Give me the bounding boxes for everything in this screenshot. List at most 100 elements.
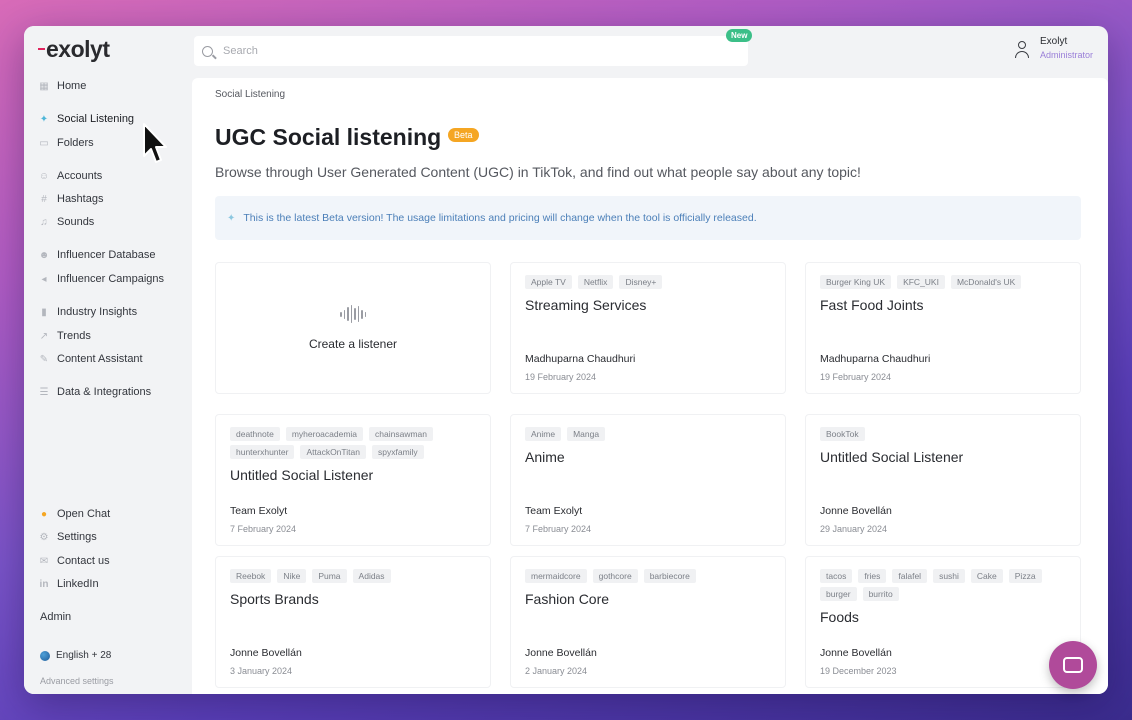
sidebar-item-settings[interactable]: ⚙ Settings [38, 528, 97, 546]
megaphone-icon: ◂ [41, 273, 47, 285]
admin-label[interactable]: Admin [40, 611, 71, 623]
user-menu[interactable]: Exolyt Administrator [1014, 36, 1093, 60]
sidebar-item-contact-us[interactable]: ✉ Contact us [38, 552, 110, 570]
card-title: Fashion Core [525, 591, 610, 607]
sidebar-item-open-chat[interactable]: ● Open Chat [38, 505, 110, 523]
card-date: 19 December 2023 [820, 666, 897, 676]
tag-list: mermaidcore gothcore barbiecore [525, 569, 775, 583]
card-title: Streaming Services [525, 297, 647, 313]
mouse-cursor-icon [143, 123, 167, 163]
sidebar-item-sounds[interactable]: ♫ Sounds [38, 213, 94, 231]
hashtag-icon: # [41, 193, 47, 205]
sidebar-item-folders[interactable]: ▭ Folders [38, 134, 93, 152]
user-name: Exolyt [1040, 36, 1068, 47]
create-listener-card[interactable]: Create a listener [215, 262, 491, 394]
app-window: exolyt ▦ Home ✦ Social Listening ▭ Folders … [24, 26, 1108, 694]
card-author: Jonne Bovellán [230, 647, 302, 659]
sidebar-item-industry-insights[interactable]: ▮ Industry Insights [38, 303, 137, 321]
listener-card[interactable]: Reebok Nike Puma Adidas Sports Brands Jo… [215, 556, 491, 688]
tag: mermaidcore [525, 569, 587, 583]
tag-list: Burger King UK KFC_UKI McDonald's UK [820, 275, 1070, 289]
listener-card[interactable]: Apple TV Netflix Disney+ Streaming Servi… [510, 262, 786, 394]
search-bar[interactable] [194, 36, 748, 66]
tag: barbiecore [643, 569, 696, 583]
listener-card[interactable]: deathnote myheroacademia chainsawman hun… [215, 414, 491, 546]
chat-launcher-button[interactable] [1049, 641, 1097, 689]
grid-icon: ▦ [39, 80, 49, 92]
tag-list: deathnote myheroacademia chainsawman hun… [230, 427, 480, 459]
sidebar-item-linkedin[interactable]: in LinkedIn [38, 575, 99, 593]
tag: burrito [862, 587, 899, 601]
listener-card[interactable]: BookTok Untitled Social Listener Jonne B… [805, 414, 1081, 546]
tag: Nike [277, 569, 307, 583]
sidebar-item-influencer-campaigns[interactable]: ◂ Influencer Campaigns [38, 270, 164, 288]
tag: Manga [567, 427, 606, 441]
tag: deathnote [230, 427, 280, 441]
new-badge: New [726, 29, 753, 42]
sidebar-item-influencer-database[interactable]: ☻ Influencer Database [38, 246, 156, 264]
advanced-settings-link[interactable]: Advanced settings [40, 676, 114, 686]
main-panel: Social Listening UGC Social listening Be… [192, 78, 1108, 694]
tag: Cake [970, 569, 1003, 583]
search-input[interactable] [223, 45, 703, 57]
page-subtitle: Browse through User Generated Content (U… [215, 164, 861, 180]
card-title: Untitled Social Listener [820, 449, 964, 465]
breadcrumb[interactable]: Social Listening [215, 89, 285, 100]
tag: chainsawman [369, 427, 434, 441]
language-selector[interactable]: English + 28 [40, 650, 111, 661]
card-author: Team Exolyt [230, 505, 288, 517]
tag-list: BookTok [820, 427, 1070, 441]
bar-chart-icon: ▮ [41, 306, 47, 318]
listener-card[interactable]: Burger King UK KFC_UKI McDonald's UK Fas… [805, 262, 1081, 394]
tag: Anime [525, 427, 562, 441]
tag: BookTok [820, 427, 865, 441]
globe-icon [40, 650, 50, 661]
tag: myheroacademia [285, 427, 364, 441]
tag: Disney+ [619, 275, 663, 289]
chat-icon [1063, 657, 1083, 673]
sidebar-item-home[interactable]: ▦ Home [38, 77, 86, 95]
folder-icon: ▭ [39, 137, 49, 149]
sidebar-item-content-assistant[interactable]: ✎ Content Assistant [38, 350, 143, 368]
sidebar-item-social-listening[interactable]: ✦ Social Listening [38, 110, 134, 128]
card-title: Foods [820, 609, 859, 625]
wand-icon: ✎ [39, 353, 49, 365]
tag: Netflix [577, 275, 614, 289]
gear-icon: ⚙ [39, 531, 49, 543]
listener-card[interactable]: Anime Manga Anime Team Exolyt 7 February… [510, 414, 786, 546]
logo[interactable]: exolyt [38, 36, 110, 63]
tag-list: tacos fries falafel sushi Cake Pizza bur… [820, 569, 1070, 601]
tag: burger [820, 587, 857, 601]
tag: hunterxhunter [230, 445, 295, 459]
user-role: Administrator [1040, 50, 1094, 60]
listener-card[interactable]: tacos fries falafel sushi Cake Pizza bur… [805, 556, 1081, 688]
search-icon [202, 45, 213, 57]
listener-card[interactable]: mermaidcore gothcore barbiecore Fashion … [510, 556, 786, 688]
sidebar-item-trends[interactable]: ↗ Trends [38, 327, 91, 345]
chat-icon: ✉ [39, 555, 49, 567]
tag: KFC_UKI [897, 275, 945, 289]
database-icon: ☰ [39, 386, 49, 398]
card-author: Jonne Bovellán [820, 647, 892, 659]
sidebar-item-hashtags[interactable]: # Hashtags [38, 190, 103, 208]
card-title: Anime [525, 449, 565, 465]
sidebar-item-data-integrations[interactable]: ☰ Data & Integrations [38, 383, 152, 401]
tag: Reebok [230, 569, 272, 583]
card-title: Fast Food Joints [820, 297, 924, 313]
card-author: Madhuparna Chaudhuri [820, 353, 931, 365]
tag: McDonald's UK [950, 275, 1022, 289]
tag: Adidas [352, 569, 391, 583]
card-date: 19 February 2024 [525, 372, 597, 382]
sparkle-icon: ✦ [39, 113, 49, 125]
tag: Puma [312, 569, 347, 583]
tag: gothcore [592, 569, 638, 583]
tag: Apple TV [525, 275, 572, 289]
sparkle-icon: ✦ [227, 212, 236, 224]
sidebar-item-accounts[interactable]: ☺ Accounts [38, 167, 102, 185]
beta-badge: Beta [448, 128, 479, 142]
tag: falafel [892, 569, 928, 583]
tag: fries [858, 569, 887, 583]
page-title: UGC Social listening [215, 124, 442, 150]
beta-notice: ✦ This is the latest Beta version! The u… [215, 196, 1081, 240]
card-date: 19 February 2024 [820, 372, 892, 382]
